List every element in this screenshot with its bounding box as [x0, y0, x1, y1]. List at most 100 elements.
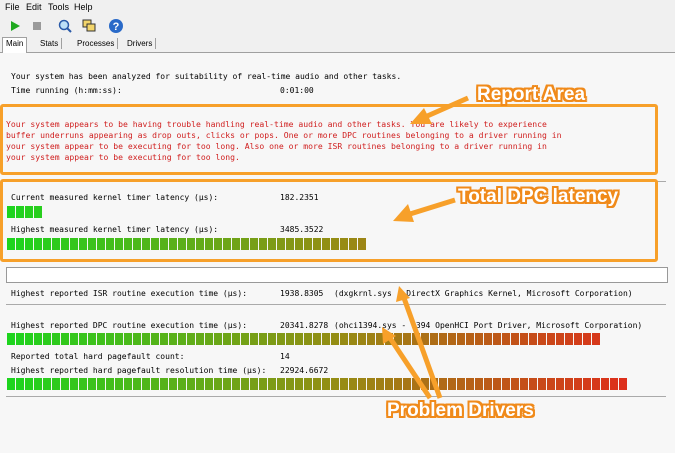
bar-segment: [601, 378, 609, 390]
menu-edit[interactable]: Edit: [26, 2, 42, 12]
callout-report-area: Report Area: [477, 84, 586, 105]
bar-segment: [88, 333, 96, 345]
bar-segment: [151, 333, 159, 345]
bar-segment: [250, 333, 258, 345]
bar-segment: [529, 333, 537, 345]
pagefault-count-value: 14: [280, 352, 290, 361]
bar-segment: [241, 333, 249, 345]
bar-segment: [367, 333, 375, 345]
analysis-summary: Your system has been analyzed for suitab…: [11, 72, 402, 81]
tab-stats[interactable]: Stats: [37, 38, 63, 49]
bar-segment: [394, 378, 402, 390]
bar-segment: [286, 333, 294, 345]
bar-segment: [232, 333, 240, 345]
menu-help[interactable]: Help: [74, 2, 93, 12]
svg-text:?: ?: [113, 21, 120, 33]
bar-segment: [151, 378, 159, 390]
bar-segment: [106, 333, 114, 345]
bar-segment: [313, 378, 321, 390]
bar-segment: [268, 378, 276, 390]
bar-segment: [7, 333, 15, 345]
bar-segment: [403, 378, 411, 390]
bar-segment: [25, 333, 33, 345]
bar-segment: [385, 378, 393, 390]
toolbar: ?: [0, 14, 675, 36]
bar-segment: [169, 333, 177, 345]
bar-segment: [214, 378, 222, 390]
bar-segment: [358, 333, 366, 345]
tab-drivers[interactable]: Drivers: [124, 38, 157, 49]
search-icon[interactable]: [56, 17, 74, 35]
bar-segment: [574, 378, 582, 390]
bar-segment: [439, 333, 447, 345]
highest-dpc-value: 20341.8278: [280, 321, 329, 330]
bar-segment: [277, 378, 285, 390]
bar-segment: [493, 378, 501, 390]
bar-segment: [178, 378, 186, 390]
stop-icon[interactable]: [28, 17, 46, 35]
bar-segment: [511, 333, 519, 345]
bar-segment: [448, 333, 456, 345]
bar-segment: [52, 333, 60, 345]
report-area-highlight: [0, 104, 658, 175]
bar-segment: [457, 378, 465, 390]
bar-segment: [16, 333, 24, 345]
bar-segment: [61, 378, 69, 390]
tab-main[interactable]: Main: [2, 37, 28, 54]
tab-processes[interactable]: Processes: [74, 38, 119, 49]
callout-problem-drivers: Problem Drivers: [387, 400, 534, 421]
bar-segment: [448, 378, 456, 390]
bar-segment: [592, 378, 600, 390]
bar-segment: [619, 378, 627, 390]
highest-isr-label: Highest reported ISR routine execution t…: [11, 289, 248, 298]
bar-segment: [124, 378, 132, 390]
bar-segment: [385, 333, 393, 345]
bar-segment: [511, 378, 519, 390]
windows-icon[interactable]: [80, 17, 98, 35]
bar-segment: [88, 378, 96, 390]
pagefault-res-bar: [7, 378, 627, 390]
bar-segment: [259, 333, 267, 345]
hidden-bar-track: [6, 267, 668, 283]
bar-segment: [295, 333, 303, 345]
bar-segment: [547, 378, 555, 390]
bar-segment: [430, 378, 438, 390]
bar-segment: [412, 378, 420, 390]
bar-segment: [196, 378, 204, 390]
menu-tools[interactable]: Tools: [48, 2, 69, 12]
bar-segment: [322, 333, 330, 345]
highest-isr-driver: (dxgkrnl.sys - DirectX Graphics Kernel, …: [334, 289, 633, 298]
bar-segment: [340, 333, 348, 345]
bar-segment: [259, 378, 267, 390]
bar-segment: [187, 333, 195, 345]
bar-segment: [106, 378, 114, 390]
bar-segment: [484, 378, 492, 390]
bar-segment: [286, 378, 294, 390]
highest-dpc-bar: [7, 333, 600, 345]
bar-segment: [367, 378, 375, 390]
bar-segment: [304, 378, 312, 390]
bar-segment: [79, 378, 87, 390]
bar-segment: [295, 378, 303, 390]
time-running-value: 0:01:00: [280, 86, 314, 95]
bar-segment: [277, 333, 285, 345]
bar-segment: [223, 333, 231, 345]
bar-segment: [520, 333, 528, 345]
play-icon[interactable]: [6, 17, 24, 35]
bar-segment: [538, 333, 546, 345]
bar-segment: [160, 378, 168, 390]
bar-segment: [160, 333, 168, 345]
bar-segment: [34, 378, 42, 390]
bar-segment: [520, 378, 528, 390]
bar-segment: [457, 333, 465, 345]
bar-segment: [115, 333, 123, 345]
pagefault-res-label: Highest reported hard pagefault resoluti…: [11, 366, 267, 375]
bar-segment: [538, 378, 546, 390]
bar-segment: [331, 378, 339, 390]
help-icon[interactable]: ?: [107, 17, 125, 35]
bar-segment: [502, 333, 510, 345]
menu-file[interactable]: File: [5, 2, 20, 12]
bar-segment: [16, 378, 24, 390]
bar-segment: [70, 378, 78, 390]
bar-segment: [313, 333, 321, 345]
